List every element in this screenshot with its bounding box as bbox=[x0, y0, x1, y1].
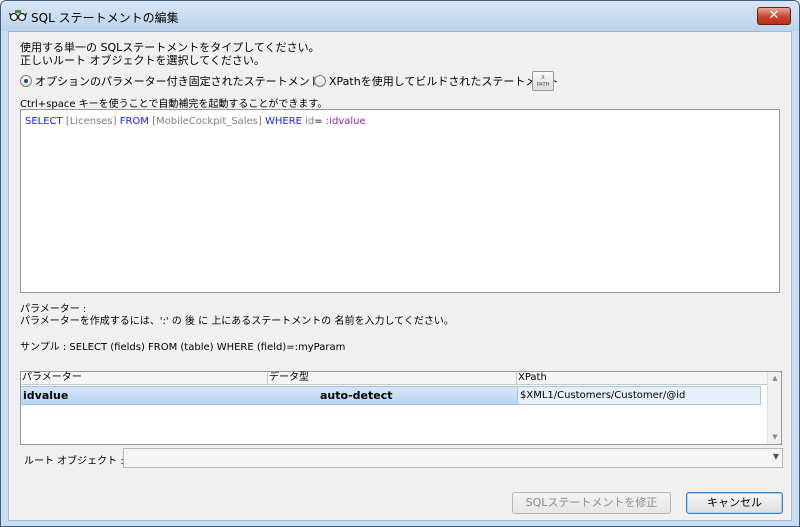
table-row[interactable]: idvalue auto-detect $XML1/Customers/Cust… bbox=[21, 386, 767, 405]
root-object-select[interactable]: ▼ bbox=[123, 448, 783, 468]
sql-token: FROM bbox=[116, 116, 153, 127]
sql-token: [MobileCockpit_Sales] bbox=[152, 116, 262, 127]
sql-token: WHERE bbox=[261, 116, 306, 127]
grid-header: パラメーター データ型 XPath bbox=[21, 372, 767, 385]
sql-editor[interactable]: SELECT [Licenses] FROM [MobileCockpit_Sa… bbox=[20, 109, 780, 293]
param-xpath-cell[interactable]: $XML1/Customers/Customer/@id bbox=[517, 386, 761, 405]
chevron-down-icon[interactable]: ▼ bbox=[773, 452, 779, 461]
scroll-up-icon[interactable]: ▲ bbox=[768, 372, 782, 384]
modify-sql-button[interactable]: SQLステートメントを修正 bbox=[512, 492, 671, 514]
close-button[interactable]: ✕ bbox=[757, 7, 791, 25]
title-bar[interactable]: SQL ステートメントの編集 ✕ bbox=[1, 1, 799, 31]
parameters-grid[interactable]: パラメーター データ型 XPath idvalue auto-detect $X… bbox=[20, 371, 782, 445]
radio-xpath-label: XPathを使用してビルドされたステートメント bbox=[329, 75, 559, 88]
dialog-window: SQL ステートメントの編集 ✕ 使用する単一の SQLステートメントをタイプし… bbox=[0, 0, 800, 527]
parameters-instructions: パラメーターを作成するには、':' の 後 に 上にあるステートメントの 名前を… bbox=[20, 316, 454, 327]
xpath-builder-button[interactable]: X PATH bbox=[532, 71, 554, 91]
window-title: SQL ステートメントの編集 bbox=[31, 11, 179, 25]
sql-statement-line: SELECT [Licenses] FROM [MobileCockpit_Sa… bbox=[25, 116, 775, 127]
sql-token: id bbox=[305, 116, 315, 127]
column-header-parameter[interactable]: パラメーター bbox=[21, 372, 268, 385]
radio-xpath-statement[interactable]: XPathを使用してビルドされたステートメント bbox=[314, 74, 558, 88]
glasses-icon bbox=[9, 10, 27, 22]
radio-checked-icon[interactable] bbox=[20, 75, 32, 87]
param-name-cell[interactable]: idvalue bbox=[21, 386, 268, 405]
radio-unchecked-icon[interactable] bbox=[314, 75, 326, 87]
sql-token: [Licenses] bbox=[65, 116, 117, 127]
column-header-xpath[interactable]: XPath bbox=[517, 372, 767, 385]
sample-statement: サンプル : SELECT (fields) FROM (table) WHER… bbox=[20, 342, 346, 353]
grid-vertical-scrollbar[interactable]: ▲ ▼ bbox=[767, 372, 781, 444]
radio-fixed-label: オプションのパラメーター付き固定されたステートメント bbox=[35, 75, 321, 88]
root-object-label: ルート オブジェクト : bbox=[24, 456, 124, 467]
sql-token: SELECT bbox=[25, 116, 66, 127]
column-header-datatype[interactable]: データ型 bbox=[268, 372, 517, 385]
scroll-down-icon[interactable]: ▼ bbox=[768, 431, 782, 443]
autocomplete-hint: Ctrl+space キーを使うことで自動補完を起動することができます。 bbox=[20, 99, 328, 110]
close-icon: ✕ bbox=[768, 8, 780, 23]
cancel-button[interactable]: キャンセル bbox=[686, 492, 783, 514]
radio-fixed-statement[interactable]: オプションのパラメーター付き固定されたステートメント bbox=[20, 74, 321, 88]
sql-token: = bbox=[314, 116, 326, 127]
description-line-2: 正しいルート オブジェクトを選択してください。 bbox=[20, 54, 265, 67]
param-type-cell[interactable]: auto-detect bbox=[268, 386, 517, 405]
dialog-body: 使用する単一の SQLステートメントをタイプしてください。 正しいルート オブジ… bbox=[8, 31, 792, 521]
sql-token: :idvalue bbox=[325, 116, 366, 127]
xpath-icon: X PATH bbox=[536, 75, 550, 88]
